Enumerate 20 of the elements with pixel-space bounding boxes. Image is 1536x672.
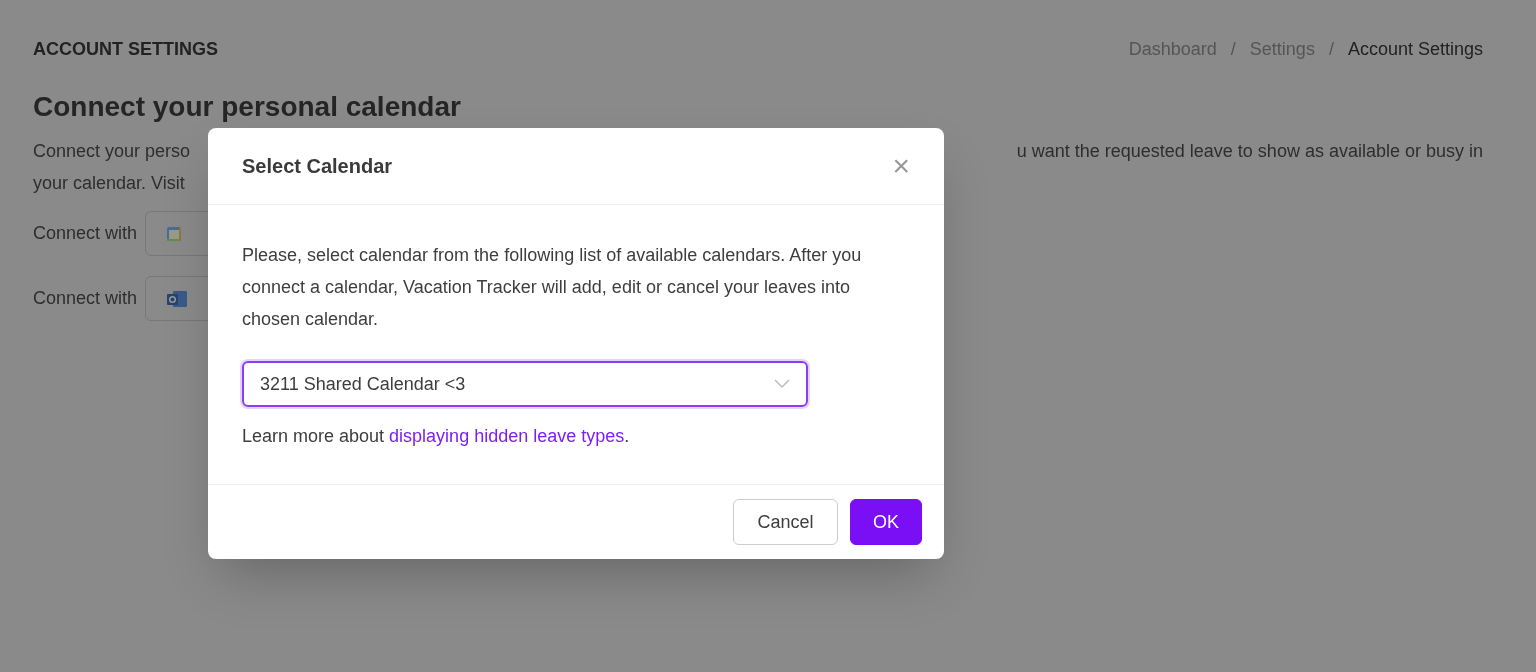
connect-label: Connect with	[33, 287, 138, 310]
calendar-select[interactable]: 3211 Shared Calendar <3	[242, 361, 808, 407]
mail-icon	[166, 289, 189, 308]
section-heading: Connect your personal calendar	[33, 91, 462, 123]
breadcrumb-separator: /	[1230, 38, 1236, 61]
description-text: u want the requested leave to show as available or busy in	[1016, 140, 1483, 163]
chevron-down-icon	[774, 379, 790, 389]
description-text: your calendar. Visit	[33, 172, 186, 195]
calendar-icon	[166, 225, 183, 242]
learn-more-link[interactable]: displaying hidden leave types	[389, 426, 625, 446]
learn-more-text: Learn more about displaying hidden leave types.	[242, 425, 631, 448]
page-title: ACCOUNT SETTINGS	[33, 38, 218, 61]
ok-button[interactable]: OK	[850, 499, 922, 545]
dialog-description: Please, select calendar from the following list of available calendars. After you connect a calendar, Vacation Tracker will add, edit or cancel your leaves into chosen calendar.	[242, 244, 862, 331]
description-text: Connect your perso	[33, 140, 191, 163]
dialog-title: Select Calendar	[242, 154, 393, 179]
breadcrumb-link[interactable]: Account Settings	[1347, 36, 1483, 63]
cancel-button[interactable]: Cancel	[733, 499, 838, 545]
connect-label: Connect with	[33, 222, 138, 245]
breadcrumb-separator: /	[1328, 38, 1334, 61]
